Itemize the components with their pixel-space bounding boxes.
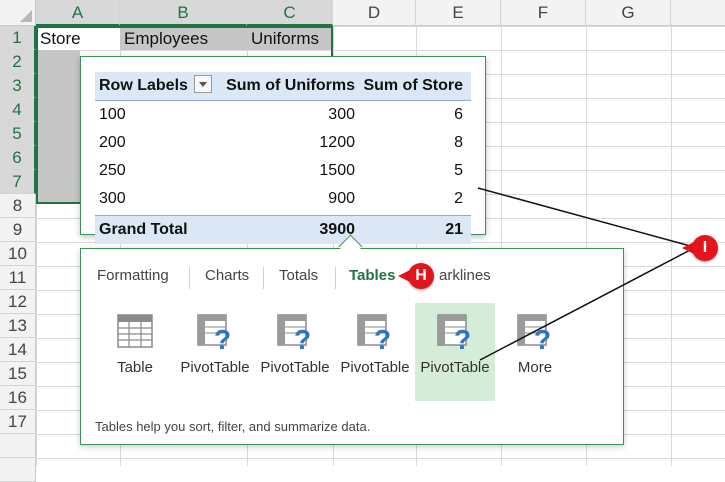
callout-lines (477, 187, 695, 361)
callout-h-badge: H (408, 263, 434, 289)
callout-i-badge: I (692, 235, 718, 261)
